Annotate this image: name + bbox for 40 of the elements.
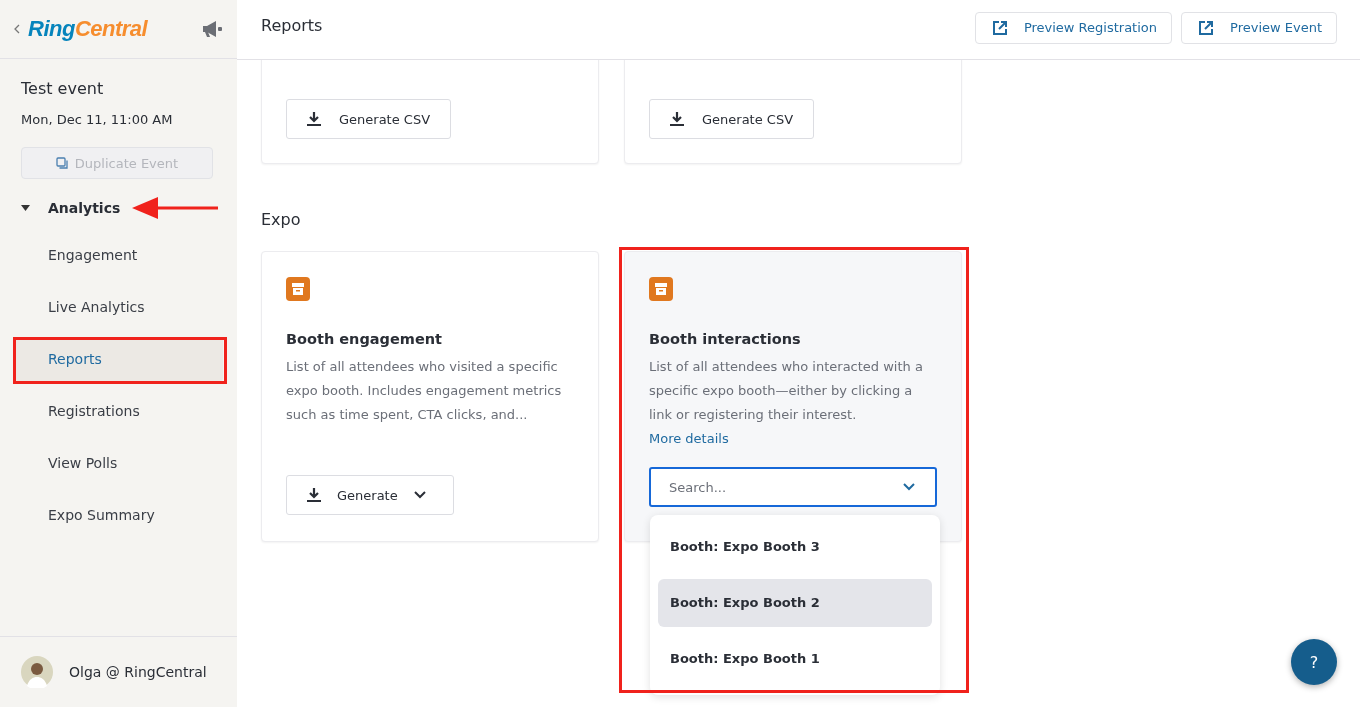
external-link-icon	[991, 19, 1008, 36]
card-title: Booth interactions	[649, 331, 802, 347]
generate-button[interactable]: Generate	[286, 475, 454, 515]
sidebar-item[interactable]: Expo Summary	[15, 494, 223, 537]
sidebar-item[interactable]: Registrations	[15, 390, 223, 433]
card-description: List of all attendees who interacted with a specific expo booth—either by clicking a link or registering their interest.	[649, 358, 924, 424]
megaphone-icon	[201, 20, 223, 38]
more-details-link[interactable]: More details	[649, 427, 937, 451]
booth-icon	[286, 277, 310, 301]
sidebar-item[interactable]: Engagement	[15, 234, 223, 277]
download-icon	[307, 112, 321, 126]
dropdown-option[interactable]: Booth: Expo Booth 3	[658, 523, 932, 571]
logo[interactable]: RingCentral	[28, 16, 148, 42]
help-button[interactable]: ?	[1291, 639, 1337, 685]
section-title: Expo	[261, 210, 302, 229]
back-chevron-icon	[14, 24, 20, 34]
sidebar-item[interactable]: View Polls	[15, 442, 223, 485]
event-date: Mon, Dec 11, 11:00 AM	[21, 112, 174, 127]
generate-csv-button[interactable]: Generate CSV	[286, 99, 452, 139]
dropdown-option[interactable]: Booth: Expo Booth 1	[658, 635, 932, 683]
download-icon	[670, 112, 684, 126]
nav-section-toggle[interactable]: Analytics	[48, 200, 121, 216]
user-name: Olga @ RingCentral	[69, 664, 207, 680]
preview-button[interactable]: Preview Event	[1181, 11, 1337, 44]
download-icon	[307, 488, 321, 502]
sidebar-item[interactable]: Reports	[15, 338, 223, 381]
chevron-down-icon	[903, 483, 915, 491]
preview-button[interactable]: Preview Registration	[974, 11, 1172, 44]
chevron-down-icon	[413, 491, 426, 499]
copy-icon	[55, 157, 68, 169]
sidebar-item[interactable]: Live Analytics	[15, 286, 223, 329]
booth-icon	[649, 277, 673, 301]
avatar	[21, 656, 53, 688]
event-title: Test event	[21, 79, 105, 98]
generate-csv-button[interactable]: Generate CSV	[649, 99, 815, 139]
external-link-icon	[1198, 19, 1214, 36]
card-title: Booth engagement	[286, 331, 443, 347]
dropdown-option[interactable]: Booth: Expo Booth 2	[658, 579, 932, 627]
card-description: List of all attendees who visited a specific expo booth. Includes engagement metrics such as time spent, CTA clicks, and...	[286, 358, 563, 424]
page-title: Reports	[261, 16, 323, 35]
